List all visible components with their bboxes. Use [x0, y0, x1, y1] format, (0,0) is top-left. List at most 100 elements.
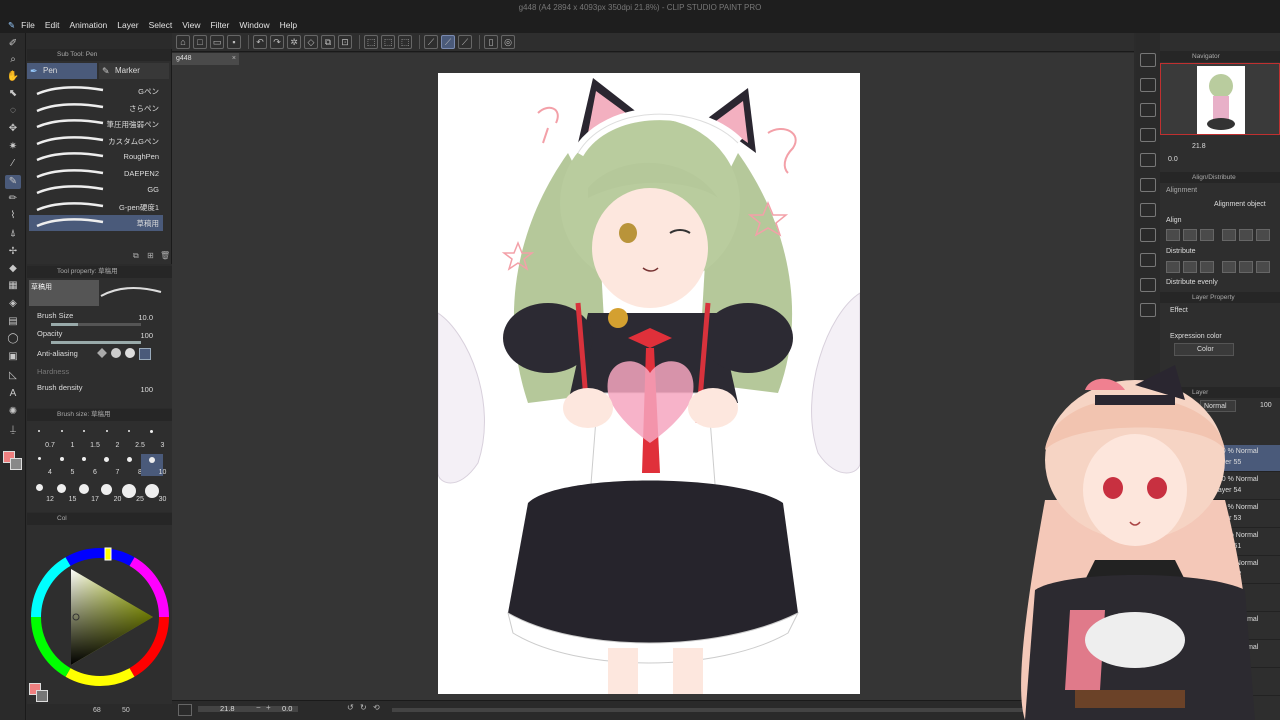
align-button[interactable]	[1222, 261, 1236, 273]
navigator-preview[interactable]	[1160, 63, 1280, 135]
anti-aliasing-options[interactable]	[97, 348, 167, 360]
align-button[interactable]	[1200, 229, 1214, 241]
brush-size-option[interactable]: 12	[28, 481, 54, 503]
brush-density-property[interactable]: Brush density 100	[37, 383, 167, 403]
zoom-in-icon[interactable]: +	[266, 703, 271, 712]
menu-edit[interactable]: Edit	[45, 20, 60, 30]
new-file-icon[interactable]: □	[193, 35, 207, 49]
tab-marker[interactable]: ✎ Marker	[99, 63, 169, 79]
brush-item[interactable]: カスタムGペン	[29, 133, 163, 149]
menu-window[interactable]: Window	[239, 20, 269, 30]
brush-size-option[interactable]: 10	[140, 454, 166, 476]
brush-size-option[interactable]: 5	[51, 454, 74, 476]
brush-density-value[interactable]: 100	[140, 385, 153, 394]
pen-icon[interactable]: ✎	[5, 175, 21, 189]
layer-icon[interactable]	[1140, 103, 1156, 117]
brush-size-option[interactable]: 1	[51, 427, 74, 449]
brush-icon[interactable]: ⌇	[5, 209, 21, 223]
brush-item[interactable]: 筆圧用強弱ペン	[29, 116, 163, 132]
brush-size-option[interactable]: 17	[73, 481, 99, 503]
subview-icon[interactable]	[1140, 303, 1156, 317]
lasso-icon[interactable]: ◌	[5, 104, 21, 118]
fill-icon[interactable]: ◈	[5, 297, 21, 311]
open-icon[interactable]: ▭	[210, 35, 224, 49]
align-button[interactable]	[1183, 261, 1197, 273]
eyedropper-icon[interactable]: ⁄	[5, 157, 21, 171]
navigator-toggle-icon[interactable]	[178, 704, 192, 716]
transform-icon[interactable]: ⧉	[321, 35, 335, 49]
ruler-icon[interactable]: ◺	[5, 369, 21, 383]
opacity-slider[interactable]	[51, 341, 141, 344]
magic-wand-icon[interactable]: ✷	[5, 140, 21, 154]
alignment-target[interactable]: Alignment object	[1214, 201, 1266, 208]
brush-size-option[interactable]: 25	[118, 481, 144, 503]
brush-size-option[interactable]: 4	[28, 454, 52, 476]
brush-size-option[interactable]: 2.5	[118, 427, 145, 449]
deselect-icon[interactable]: ⬚	[364, 35, 378, 49]
tab-pen[interactable]: ✒ Pen	[27, 63, 97, 79]
brush-size-option[interactable]: 7	[96, 454, 119, 476]
invert-selection-icon[interactable]: ⬚	[381, 35, 395, 49]
correct-line-icon[interactable]: ⍊	[5, 423, 21, 437]
frame-icon[interactable]: ▣	[5, 350, 21, 364]
reset-rotation-icon[interactable]: ⟲	[373, 703, 380, 712]
decoration-icon[interactable]: ✢	[5, 245, 21, 259]
figure-icon[interactable]: ◯	[5, 332, 21, 346]
copy-subtool-icon[interactable]: ⧉	[133, 251, 139, 261]
brush-size-option[interactable]: 1.5	[73, 427, 100, 449]
align-button[interactable]	[1166, 261, 1180, 273]
timeline-icon[interactable]	[1140, 253, 1156, 267]
align-button[interactable]	[1239, 229, 1253, 241]
pen-tip-icon[interactable]: ✐	[5, 37, 21, 51]
color-panel-sub-swatch[interactable]	[36, 690, 48, 702]
brush-size-option[interactable]: 0.7	[28, 427, 55, 449]
search-icon[interactable]	[1140, 53, 1156, 67]
brush-size-option[interactable]: 15	[51, 481, 76, 503]
opacity-property[interactable]: Opacity 100	[37, 329, 167, 349]
menu-layer[interactable]: Layer	[117, 20, 138, 30]
brush-size-option[interactable]: 20	[96, 481, 121, 503]
menu-filter[interactable]: Filter	[210, 20, 229, 30]
brush-size-property[interactable]: Brush Size 10.0	[37, 311, 167, 331]
zoom-icon[interactable]: ⌕	[5, 53, 21, 67]
brush-size-option[interactable]: 30	[141, 481, 166, 503]
rotate-left-icon[interactable]: ↺	[347, 703, 354, 712]
menu-select[interactable]: Select	[149, 20, 173, 30]
document-tab[interactable]: g448 ×	[172, 53, 239, 65]
align-button[interactable]	[1166, 229, 1180, 241]
brush-item[interactable]: G-pen硬度1	[29, 199, 163, 215]
snap-special-ruler-icon[interactable]: ⟋	[441, 35, 455, 49]
new-subtool-icon[interactable]: ⊞	[147, 251, 154, 260]
clear-icon[interactable]: ◇	[304, 35, 318, 49]
brush-size-value[interactable]: 10.0	[138, 313, 153, 322]
align-button[interactable]	[1222, 229, 1236, 241]
brush-size-option[interactable]: 8	[118, 454, 142, 476]
align-button[interactable]	[1256, 261, 1270, 273]
snap-grid-icon[interactable]: ⟋	[458, 35, 472, 49]
menu-help[interactable]: Help	[280, 20, 297, 30]
balloon-icon[interactable]: ✺	[5, 405, 21, 419]
align-button[interactable]	[1256, 229, 1270, 241]
material-icon[interactable]	[1140, 128, 1156, 142]
close-icon[interactable]: ×	[232, 53, 236, 65]
home-icon[interactable]: ⌂	[176, 35, 190, 49]
align-button[interactable]	[1239, 261, 1253, 273]
navigator-icon[interactable]	[1140, 78, 1156, 92]
eraser-icon[interactable]: ◆	[5, 262, 21, 276]
settings-icon[interactable]: ✲	[287, 35, 301, 49]
redo-icon[interactable]: ↷	[270, 35, 284, 49]
rotate-right-icon[interactable]: ↻	[360, 703, 367, 712]
rotation-value[interactable]: 0.0	[282, 704, 292, 713]
brush-item[interactable]: RoughPen	[29, 149, 163, 165]
companion-icon[interactable]: ◎	[501, 35, 515, 49]
opacity-value[interactable]: 100	[140, 331, 153, 340]
expression-color-select[interactable]: Color	[1174, 343, 1234, 356]
navigator-zoom-value[interactable]: 21.8	[1192, 143, 1206, 150]
align-button[interactable]	[1183, 229, 1197, 241]
brush-size-slider[interactable]	[51, 323, 141, 326]
brush-size-option[interactable]: 2	[96, 427, 119, 449]
brush-item[interactable]: さらペン	[29, 100, 163, 116]
airbrush-icon[interactable]: ⍋	[5, 227, 21, 241]
canvas-paper[interactable]	[438, 73, 860, 694]
zoom-value[interactable]: 21.8	[220, 704, 235, 713]
